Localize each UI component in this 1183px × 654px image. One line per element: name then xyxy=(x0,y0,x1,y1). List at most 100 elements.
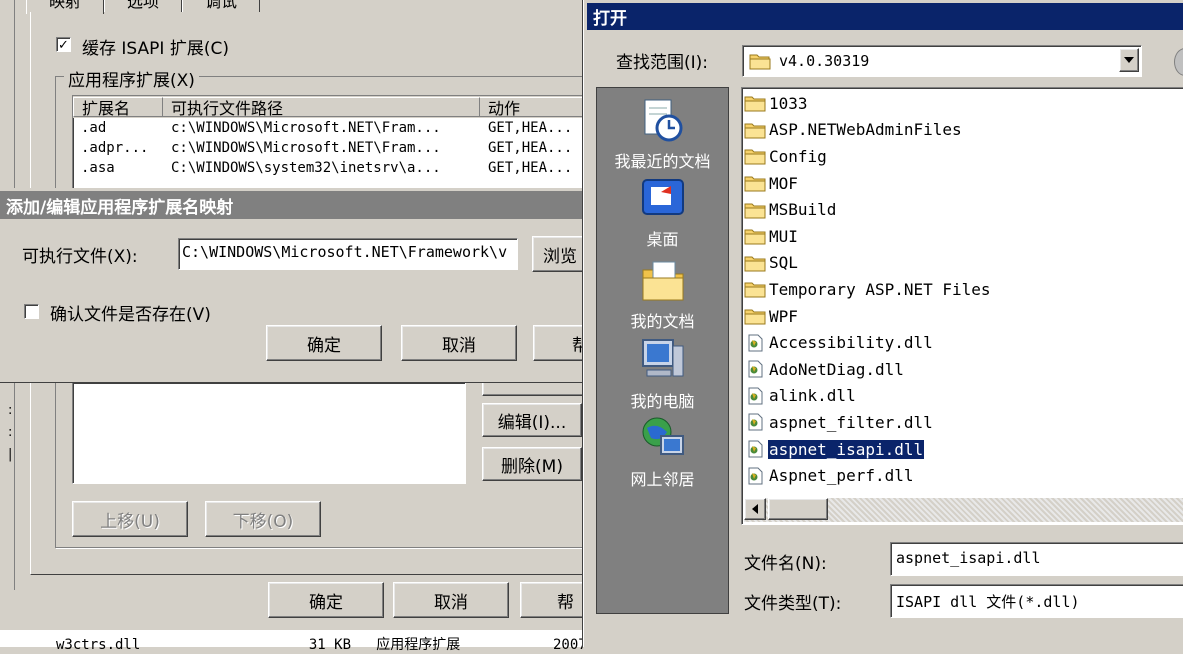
file-list: 1033 ASP.NETWebAdminFiles Config MOF MSBuild… xyxy=(744,90,1183,489)
scroll-left-button[interactable] xyxy=(744,498,766,520)
open-dialog-titlebar[interactable]: 打开 xyxy=(587,3,1183,30)
file-name: Aspnet_perf.dll xyxy=(769,466,914,486)
folder-icon xyxy=(744,123,766,139)
place-network[interactable]: 网上邻居 xyxy=(597,414,728,490)
recent-documents-icon xyxy=(644,99,682,142)
folder-item[interactable]: Temporary ASP.NET Files xyxy=(744,276,1183,303)
edit-button[interactable]: 编辑(I)... xyxy=(482,403,582,437)
my-computer-icon xyxy=(641,339,683,377)
cell-path: c:\WINDOWS\Microsoft.NET\Fram... xyxy=(171,140,441,156)
folder-item[interactable]: 1033 xyxy=(744,90,1183,117)
edit-mapping-titlebar[interactable]: 添加/编辑应用程序扩展名映射 xyxy=(0,191,582,219)
folder-item[interactable]: WPF xyxy=(744,303,1183,330)
look-in-dropdown-button[interactable] xyxy=(1119,48,1139,72)
extensions-listview[interactable]: 扩展名 可执行文件路径 动作 .ad c:\WINDOWS\Microsoft.… xyxy=(72,95,594,192)
move-down-button[interactable]: 下移(O) xyxy=(205,501,321,537)
col-header-extension[interactable]: 扩展名 xyxy=(73,97,163,117)
places-bar: 我最近的文档 桌面 我的文档 我的电脑 网上邻居 xyxy=(596,87,729,614)
file-name: MSBuild xyxy=(769,200,837,220)
place-label: 网上邻居 xyxy=(630,470,695,489)
network-places-icon xyxy=(642,417,684,455)
place-label: 桌面 xyxy=(646,230,679,249)
dll-file-icon xyxy=(748,334,763,352)
col-header-actions[interactable]: 动作 xyxy=(480,97,593,117)
table-row[interactable]: .adpr... c:\WINDOWS\Microsoft.NET\Fram..… xyxy=(73,138,593,158)
edit-ok-button[interactable]: 确定 xyxy=(266,325,382,361)
place-recent-documents[interactable]: 我最近的文档 xyxy=(597,96,728,172)
file-item[interactable]: aspnet_filter.dll xyxy=(744,409,1183,436)
place-my-documents[interactable]: 我的文档 xyxy=(597,256,728,332)
folder-item[interactable]: MOF xyxy=(744,170,1183,197)
folder-icon xyxy=(744,96,766,112)
edge-marker: :: | xyxy=(8,403,13,462)
file-item[interactable]: aspnet_isapi.dll xyxy=(744,436,1183,463)
file-name: alink.dll xyxy=(769,386,856,406)
place-my-computer[interactable]: 我的电脑 xyxy=(597,336,728,412)
file-name: aspnet_filter.dll xyxy=(769,412,933,432)
explorer-file-row[interactable]: w3ctrs.dll 31 KB 应用程序扩展 2007-3-7 20:00 A xyxy=(56,634,596,654)
cell-actions: GET,HEA... xyxy=(488,140,573,156)
file-item[interactable]: alink.dll xyxy=(744,383,1183,410)
col-header-path[interactable]: 可执行文件路径 xyxy=(163,97,480,117)
horizontal-scrollbar[interactable] xyxy=(744,498,1183,522)
folder-icon xyxy=(744,309,766,325)
folder-icon xyxy=(744,256,766,272)
file-listview[interactable]: 1033 ASP.NETWebAdminFiles Config MOF MSBuild… xyxy=(741,87,1183,525)
move-up-button[interactable]: 上移(U) xyxy=(72,501,188,537)
file-name: MUI xyxy=(769,226,798,246)
chevron-down-icon xyxy=(1124,57,1134,63)
file-name: Temporary ASP.NET Files xyxy=(769,279,991,299)
filetype-label: 文件类型(T): xyxy=(744,594,842,614)
filetype-combobox[interactable]: ISAPI dll 文件(*.dll) xyxy=(890,584,1183,618)
place-label: 我的电脑 xyxy=(630,392,695,411)
delete-button[interactable]: 删除(M) xyxy=(482,447,582,481)
look-in-combobox[interactable]: v4.0.30319 xyxy=(742,45,1142,77)
ok-button[interactable]: 确定 xyxy=(268,582,384,618)
look-in-value: v4.0.30319 xyxy=(779,52,870,70)
file-item[interactable]: Aspnet_perf.dll xyxy=(744,462,1183,489)
file-name: ASP.NETWebAdminFiles xyxy=(769,120,962,140)
folder-item[interactable]: MSBuild xyxy=(744,196,1183,223)
edit-cancel-button[interactable]: 取消 xyxy=(401,325,517,361)
folder-icon xyxy=(744,149,766,165)
folder-item[interactable]: ASP.NETWebAdminFiles xyxy=(744,117,1183,144)
extensions-list-lower[interactable] xyxy=(72,382,466,484)
folder-item[interactable]: MUI xyxy=(744,223,1183,250)
file-item[interactable]: Accessibility.dll xyxy=(744,329,1183,356)
table-row[interactable]: .ad c:\WINDOWS\Microsoft.NET\Fram... GET… xyxy=(73,118,593,138)
scroll-thumb[interactable] xyxy=(768,498,828,520)
file-item[interactable]: AdoNetDiag.dll xyxy=(744,356,1183,383)
executable-label: 可执行文件(X): xyxy=(22,247,138,267)
cache-isapi-checkbox[interactable]: ✓ xyxy=(56,37,71,53)
place-label: 我最近的文档 xyxy=(614,152,711,171)
file-name: Accessibility.dll xyxy=(769,333,933,353)
folder-item[interactable]: SQL xyxy=(744,250,1183,277)
table-row[interactable]: .asa C:\WINDOWS\system32\inetsrv\a... GE… xyxy=(73,158,593,178)
place-desktop[interactable]: 桌面 xyxy=(597,178,728,250)
folder-icon xyxy=(744,282,766,298)
place-label: 我的文档 xyxy=(630,312,695,331)
back-button-partial[interactable] xyxy=(1174,48,1183,76)
dll-file-icon xyxy=(748,467,763,485)
file-name: MOF xyxy=(769,173,798,193)
cell-actions: GET,HEA... xyxy=(488,120,573,136)
file-name: WPF xyxy=(769,306,798,326)
verify-file-checkbox[interactable] xyxy=(24,304,39,319)
app-extensions-group-label: 应用程序扩展(X) xyxy=(64,66,199,91)
cancel-button[interactable]: 取消 xyxy=(393,582,509,618)
open-file-dialog: 打开 查找范围(I): v4.0.30319 我最近的文档 桌面 我的文档 我的… xyxy=(583,0,1183,647)
folder-item[interactable]: Config xyxy=(744,143,1183,170)
file-name: 1033 xyxy=(769,93,808,113)
filetype-value: ISAPI dll 文件(*.dll) xyxy=(896,593,1080,611)
filename-input[interactable]: aspnet_isapi.dll xyxy=(890,542,1183,576)
tab-options[interactable]: 选项 xyxy=(104,0,182,12)
cell-path: C:\WINDOWS\system32\inetsrv\a... xyxy=(171,160,441,176)
look-in-label: 查找范围(I): xyxy=(616,53,709,73)
executable-path-input[interactable]: C:\WINDOWS\Microsoft.NET\Framework\v xyxy=(178,238,518,270)
folder-icon xyxy=(744,229,766,245)
file-name: aspnet_isapi.dll xyxy=(766,438,926,460)
cell-extension: .asa xyxy=(81,160,115,176)
dll-file-icon xyxy=(748,440,763,458)
tab-debug[interactable]: 调试 xyxy=(182,0,260,12)
cell-extension: .adpr... xyxy=(81,140,149,156)
